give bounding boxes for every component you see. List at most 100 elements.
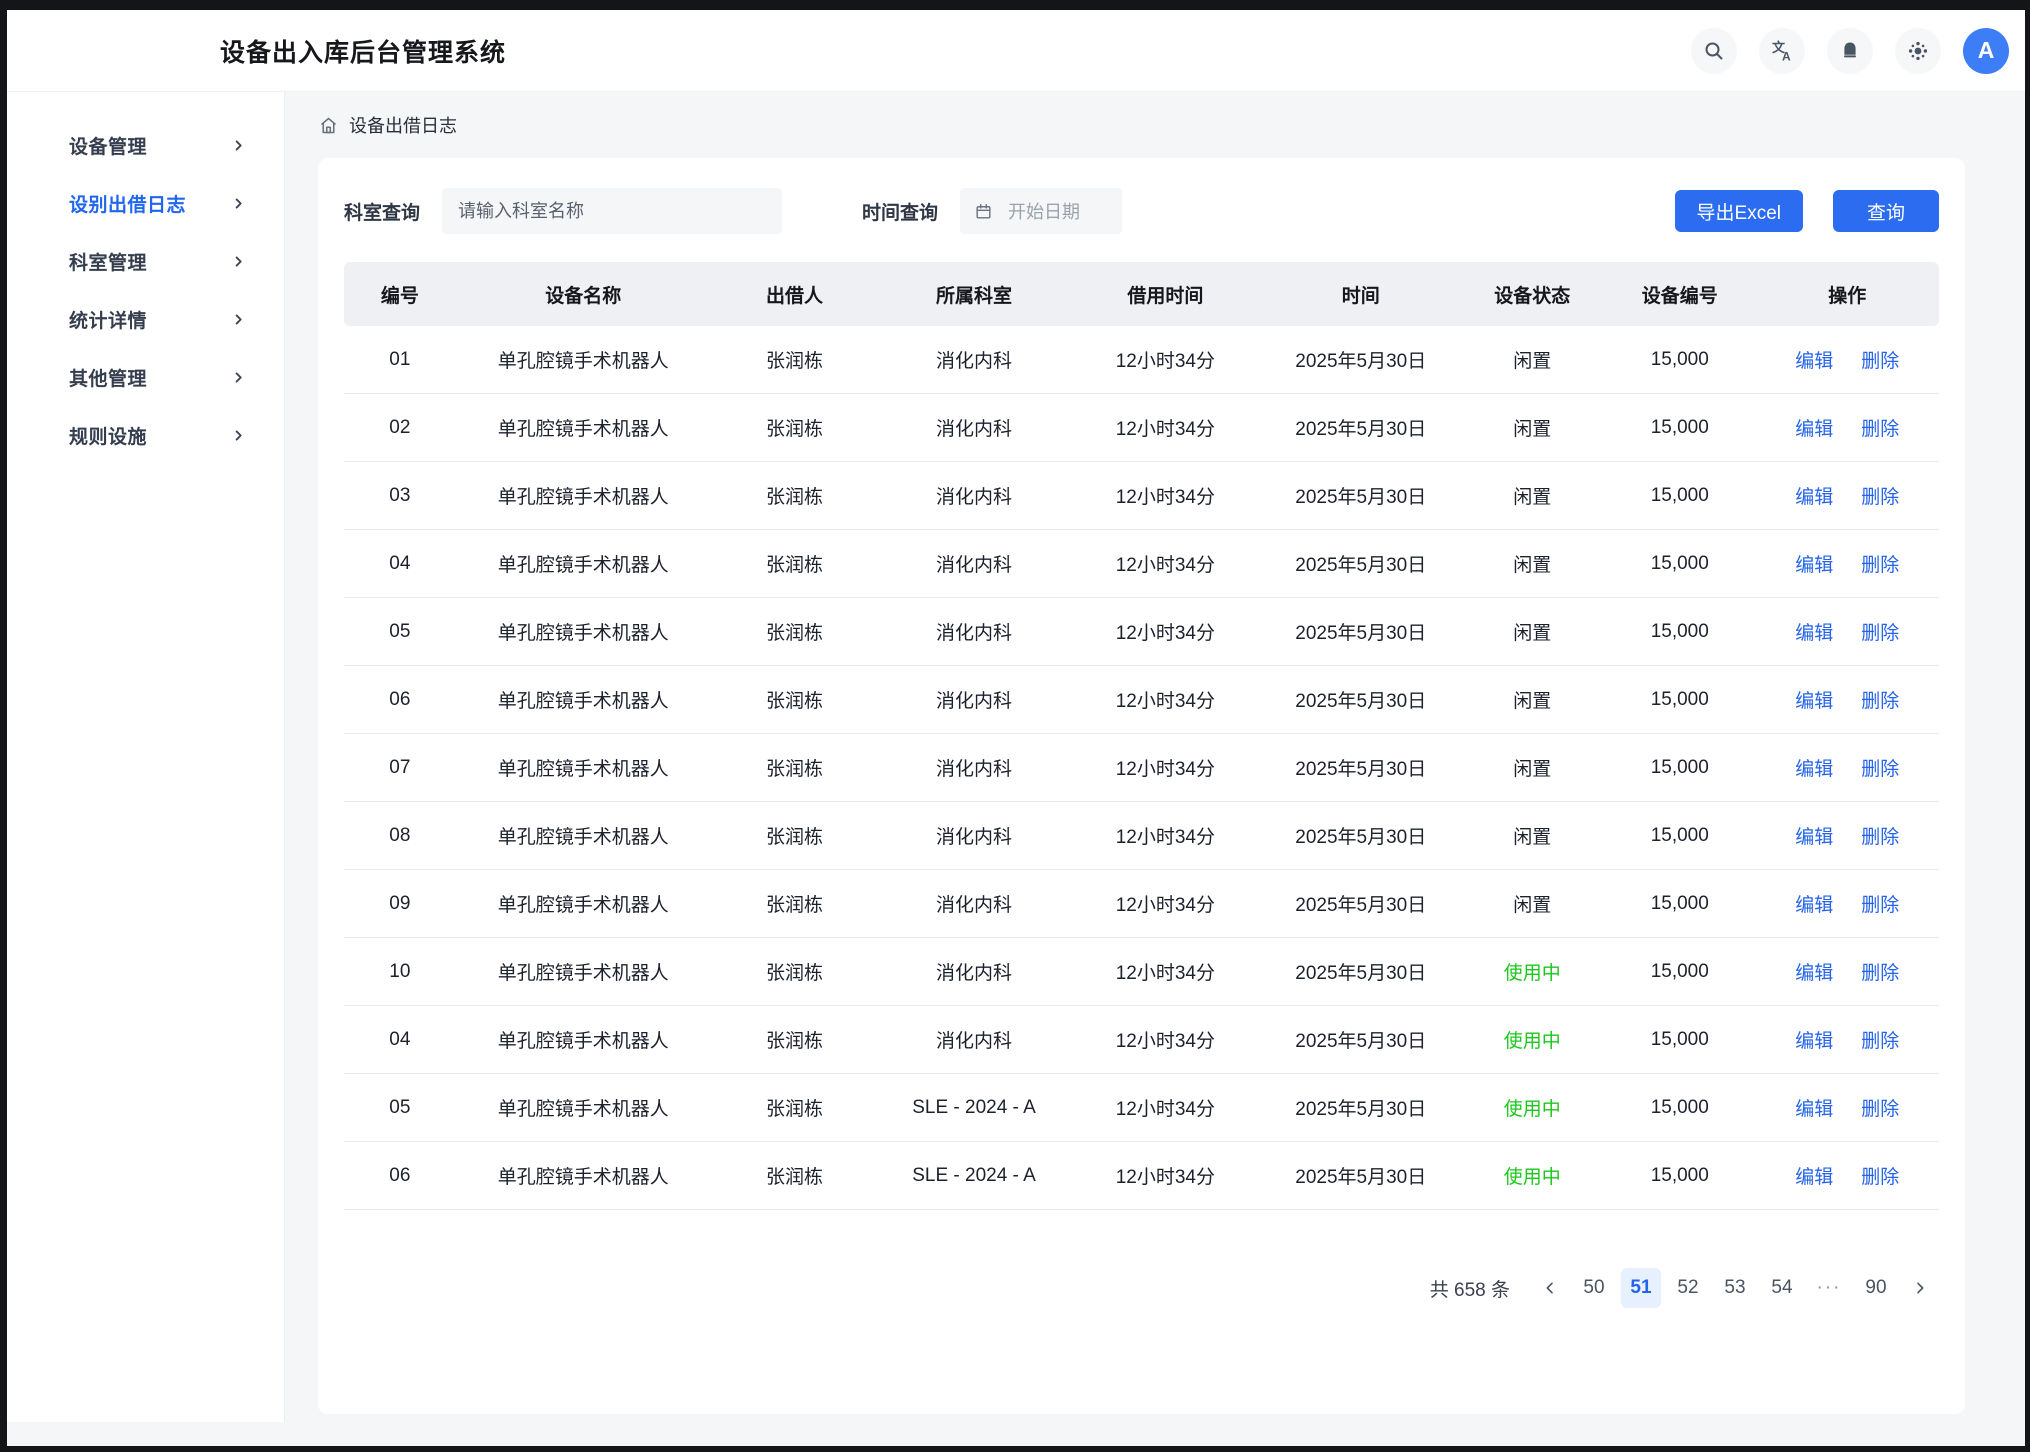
cell-device_no: 15,000 — [1604, 553, 1756, 575]
delete-link[interactable]: 删除 — [1861, 1094, 1899, 1121]
table-body: 01单孔腔镜手术机器人张润栋消化内科12小时34分2025年5月30日闲置15,… — [344, 326, 1939, 1210]
pagination-ellipsis: ··· — [1809, 1268, 1849, 1308]
sidebar-item-label: 其他管理 — [69, 364, 147, 391]
edit-link[interactable]: 编辑 — [1795, 346, 1833, 373]
sidebar-item-设别出借日志[interactable]: 设别出借日志 — [7, 174, 284, 232]
next-page-icon[interactable] — [1903, 1268, 1937, 1308]
edit-link[interactable]: 编辑 — [1795, 1162, 1833, 1189]
cell-lender: 张润栋 — [711, 414, 878, 441]
delete-link[interactable]: 删除 — [1861, 1162, 1899, 1189]
cell-dept: 消化内科 — [878, 958, 1069, 985]
chevron-right-icon — [231, 312, 246, 327]
cell-lender: 张润栋 — [711, 346, 878, 373]
page-item-52[interactable]: 52 — [1668, 1268, 1708, 1308]
cell-lender: 张润栋 — [711, 482, 878, 509]
cell-duration: 12小时34分 — [1070, 414, 1261, 441]
cell-lender: 张润栋 — [711, 550, 878, 577]
cell-status: 闲置 — [1460, 550, 1604, 577]
cell-dept: 消化内科 — [878, 754, 1069, 781]
table-row: 03单孔腔镜手术机器人张润栋消化内科12小时34分2025年5月30日闲置15,… — [344, 462, 1939, 530]
delete-link[interactable]: 删除 — [1861, 686, 1899, 713]
user-avatar[interactable]: A — [1963, 28, 2009, 74]
cell-status: 闲置 — [1460, 482, 1604, 509]
page-item-90[interactable]: 90 — [1856, 1268, 1896, 1308]
table-row: 05单孔腔镜手术机器人张润栋SLE - 2024 - A12小时34分2025年… — [344, 1074, 1939, 1142]
cell-name: 单孔腔镜手术机器人 — [456, 1094, 711, 1121]
delete-link[interactable]: 删除 — [1861, 550, 1899, 577]
cell-actions: 编辑 删除 — [1756, 482, 1939, 509]
delete-link[interactable]: 删除 — [1861, 958, 1899, 985]
notification-icon[interactable] — [1827, 28, 1873, 74]
cell-time: 2025年5月30日 — [1261, 958, 1460, 985]
cell-status: 闲置 — [1460, 618, 1604, 645]
cell-id: 07 — [344, 757, 456, 779]
edit-link[interactable]: 编辑 — [1795, 1094, 1833, 1121]
cell-actions: 编辑 删除 — [1756, 346, 1939, 373]
edit-link[interactable]: 编辑 — [1795, 550, 1833, 577]
cell-dept: 消化内科 — [878, 482, 1069, 509]
pagination-pages: 5051525354···90 — [1574, 1268, 1896, 1308]
cell-id: 06 — [344, 689, 456, 711]
sidebar-item-统计详情[interactable]: 统计详情 — [7, 290, 284, 348]
cell-device_no: 15,000 — [1604, 757, 1756, 779]
theme-icon[interactable] — [1895, 28, 1941, 74]
cell-device_no: 15,000 — [1604, 417, 1756, 439]
cell-id: 08 — [344, 825, 456, 847]
edit-link[interactable]: 编辑 — [1795, 958, 1833, 985]
edit-link[interactable]: 编辑 — [1795, 414, 1833, 441]
delete-link[interactable]: 删除 — [1861, 482, 1899, 509]
cell-device_no: 15,000 — [1604, 1097, 1756, 1119]
delete-link[interactable]: 删除 — [1861, 822, 1899, 849]
cell-dept: 消化内科 — [878, 822, 1069, 849]
edit-link[interactable]: 编辑 — [1795, 618, 1833, 645]
page-item-54[interactable]: 54 — [1762, 1268, 1802, 1308]
cell-name: 单孔腔镜手术机器人 — [456, 686, 711, 713]
col-header-dept: 所属科室 — [878, 281, 1069, 308]
app-window: 设备出入库后台管理系统 文 A — [7, 10, 2025, 1446]
query-button[interactable]: 查询 — [1833, 190, 1939, 232]
sidebar-item-规则设施[interactable]: 规则设施 — [7, 406, 284, 464]
table-row: 05单孔腔镜手术机器人张润栋消化内科12小时34分2025年5月30日闲置15,… — [344, 598, 1939, 666]
edit-link[interactable]: 编辑 — [1795, 1026, 1833, 1053]
prev-page-icon[interactable] — [1533, 1268, 1567, 1308]
edit-link[interactable]: 编辑 — [1795, 890, 1833, 917]
sidebar-item-科室管理[interactable]: 科室管理 — [7, 232, 284, 290]
language-icon[interactable]: 文 A — [1759, 28, 1805, 74]
cell-name: 单孔腔镜手术机器人 — [456, 890, 711, 917]
start-date-picker[interactable]: 开始日期 — [960, 188, 1122, 234]
cell-name: 单孔腔镜手术机器人 — [456, 550, 711, 577]
table-row: 06单孔腔镜手术机器人张润栋消化内科12小时34分2025年5月30日闲置15,… — [344, 666, 1939, 734]
delete-link[interactable]: 删除 — [1861, 346, 1899, 373]
cell-status: 闲置 — [1460, 754, 1604, 781]
delete-link[interactable]: 删除 — [1861, 1026, 1899, 1053]
edit-link[interactable]: 编辑 — [1795, 482, 1833, 509]
cell-device_no: 15,000 — [1604, 621, 1756, 643]
page-item-50[interactable]: 50 — [1574, 1268, 1614, 1308]
cell-name: 单孔腔镜手术机器人 — [456, 822, 711, 849]
export-excel-button[interactable]: 导出Excel — [1675, 190, 1803, 232]
delete-link[interactable]: 删除 — [1861, 890, 1899, 917]
cell-time: 2025年5月30日 — [1261, 346, 1460, 373]
page-item-53[interactable]: 53 — [1715, 1268, 1755, 1308]
breadcrumb-label: 设备出借日志 — [349, 112, 457, 138]
delete-link[interactable]: 删除 — [1861, 414, 1899, 441]
cell-actions: 编辑 删除 — [1756, 890, 1939, 917]
delete-link[interactable]: 删除 — [1861, 754, 1899, 781]
cell-actions: 编辑 删除 — [1756, 822, 1939, 849]
col-header-lender: 出借人 — [711, 281, 878, 308]
calendar-icon — [974, 202, 993, 221]
sidebar-item-其他管理[interactable]: 其他管理 — [7, 348, 284, 406]
edit-link[interactable]: 编辑 — [1795, 686, 1833, 713]
page-item-51[interactable]: 51 — [1621, 1268, 1661, 1308]
chevron-right-icon — [231, 370, 246, 385]
cell-id: 05 — [344, 1097, 456, 1119]
cell-duration: 12小时34分 — [1070, 1094, 1261, 1121]
device-log-table: 编号设备名称出借人所属科室借用时间时间设备状态设备编号操作 01单孔腔镜手术机器… — [344, 262, 1939, 1210]
dept-search-input[interactable] — [442, 188, 782, 234]
edit-link[interactable]: 编辑 — [1795, 754, 1833, 781]
sidebar-item-设备管理[interactable]: 设备管理 — [7, 116, 284, 174]
cell-duration: 12小时34分 — [1070, 618, 1261, 645]
search-icon[interactable] — [1691, 28, 1737, 74]
edit-link[interactable]: 编辑 — [1795, 822, 1833, 849]
delete-link[interactable]: 删除 — [1861, 618, 1899, 645]
